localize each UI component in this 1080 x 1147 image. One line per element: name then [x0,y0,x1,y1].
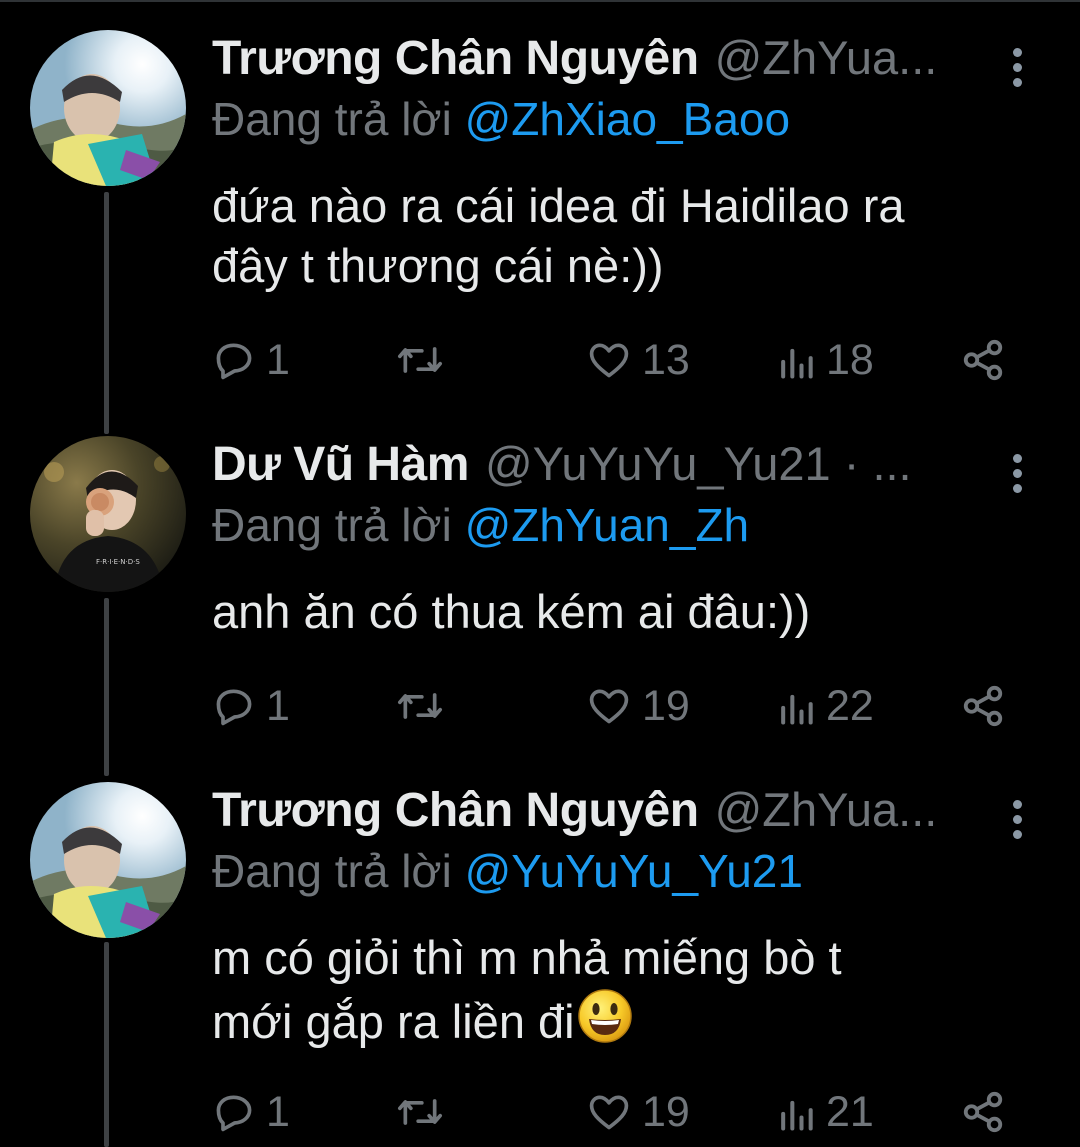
mention-link[interactable]: @YuYuYu_Yu21 [465,845,803,897]
avatar[interactable]: F·R·I·E·N·D·S [30,436,186,592]
replying-to: Đang trả lời @YuYuYu_Yu21 [212,844,803,898]
mention-link[interactable]: @ZhYuan_Zh [465,499,750,551]
retweet-icon [398,693,442,719]
retweet-icon [398,1099,442,1125]
svg-text:F·R·I·E·N·D·S: F·R·I·E·N·D·S [96,558,140,566]
more-icon[interactable] [1002,794,1032,854]
share-button[interactable] [960,330,1006,390]
view-count: 18 [826,335,874,384]
reply-count: 1 [266,335,290,384]
action-bar: 1 19 22 [212,676,1032,736]
more-icon[interactable] [1002,42,1032,102]
share-button[interactable] [960,676,1006,736]
top-divider [0,0,1080,2]
views-button[interactable]: 22 [776,676,874,736]
reply-prefix: Đang trả lời [212,499,452,551]
user-handle[interactable]: @YuYuYu_Yu21 · ... [485,436,912,491]
display-name[interactable]: Trương Chân Nguyên [212,31,699,86]
tweet[interactable]: F·R·I·E·N·D·S Dư Vũ Hàm @YuYuYu_Yu21 · .… [0,436,1080,756]
mention-link[interactable]: @ZhXiao_Baoo [465,93,790,145]
reply-prefix: Đang trả lời [212,93,452,145]
reply-count: 1 [266,1087,290,1136]
retweet-button[interactable] [396,330,454,390]
grinning-face-emoji [577,988,633,1058]
share-icon [963,339,1003,381]
reply-icon [216,343,252,380]
like-button[interactable]: 13 [586,330,690,390]
reply-icon [216,689,252,726]
like-icon [589,689,629,724]
tweet[interactable]: Trương Chân Nguyên @ZhYua... Đang trả lờ… [0,782,1080,1147]
like-count: 19 [642,681,690,730]
like-button[interactable]: 19 [586,676,690,736]
retweet-button[interactable] [396,1082,454,1142]
share-button[interactable] [960,1082,1006,1142]
views-button[interactable]: 18 [776,330,874,390]
user-handle[interactable]: @ZhYua... [715,30,938,85]
reply-icon [216,1095,252,1132]
views-icon [781,1100,813,1131]
views-icon [781,694,813,725]
display-name[interactable]: Trương Chân Nguyên [212,783,699,838]
views-button[interactable]: 21 [776,1082,874,1142]
tweet[interactable]: Trương Chân Nguyên @ZhYua... Đang trả lờ… [0,30,1080,410]
replying-to: Đang trả lời @ZhXiao_Baoo [212,92,790,146]
replying-to: Đang trả lời @ZhYuan_Zh [212,498,749,552]
retweet-button[interactable] [396,676,454,736]
tweet-text-content: m có giỏi thì m nhả miếng bò t mới gắp r… [212,931,842,1048]
user-handle[interactable]: @ZhYua... [715,782,938,837]
like-button[interactable]: 19 [586,1082,690,1142]
reply-count: 1 [266,681,290,730]
share-icon [963,685,1003,727]
views-icon [781,348,813,379]
avatar[interactable] [30,782,186,938]
view-count: 21 [826,1087,874,1136]
reply-button[interactable]: 1 [212,1082,290,1142]
share-icon [963,1091,1003,1133]
tweet-header: Trương Chân Nguyên @ZhYua... [212,782,937,846]
view-count: 22 [826,681,874,730]
retweet-icon [398,347,442,373]
display-name[interactable]: Dư Vũ Hàm [212,437,469,492]
action-bar: 1 19 21 [212,1082,1032,1142]
action-bar: 1 13 18 [212,330,1032,390]
more-icon[interactable] [1002,448,1032,508]
like-count: 13 [642,335,690,384]
reply-button[interactable]: 1 [212,330,290,390]
tweet-text: đứa nào ra cái idea đi Haidilao ra đây t… [212,179,905,292]
tweet-header: Trương Chân Nguyên @ZhYua... [212,30,937,94]
reply-prefix: Đang trả lời [212,845,452,897]
tweet-text: m có giỏi thì m nhả miếng bò t mới gắp r… [212,928,842,1058]
like-icon [589,343,629,378]
avatar[interactable] [30,30,186,186]
reply-button[interactable]: 1 [212,676,290,736]
tweet-header: Dư Vũ Hàm @YuYuYu_Yu21 · ... [212,436,912,500]
tweet-text: anh ăn có thua kém ai đâu:)) [212,585,811,638]
like-icon [589,1095,629,1130]
like-count: 19 [642,1087,690,1136]
